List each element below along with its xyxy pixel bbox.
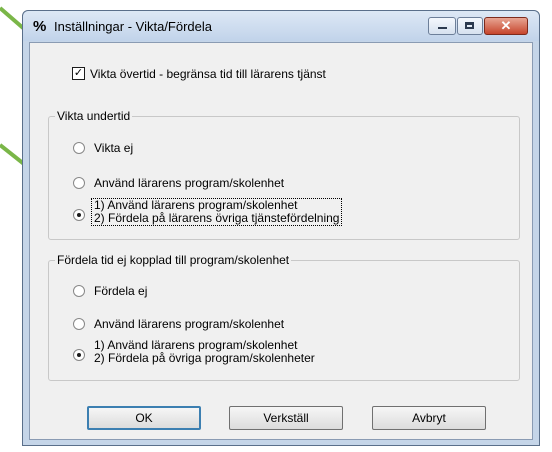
settings-dialog: % Inställningar - Vikta/Fördela ✕ ✓ Vikt… [22,10,540,446]
radio-fordela-ej[interactable] [73,285,85,297]
maximize-icon [465,22,474,29]
title-bar[interactable]: % Inställningar - Vikta/Fördela ✕ [23,11,539,41]
close-icon: ✕ [500,18,512,33]
group-vikta-undertid: Vikta undertid Vikta ej Använd lärarens … [48,109,520,240]
radio-fordela-anvand-program[interactable] [73,318,85,330]
radio-fordela-anvand-program-label: Använd lärarens program/skolenhet [94,317,285,331]
cancel-button[interactable]: Avbryt [372,406,486,430]
radio-fordela-ovriga-label: 1) Använd lärarens program/skolenhet 2) … [94,339,315,365]
window-title: Inställningar - Vikta/Fördela [54,19,213,34]
radio-vikta-ej-label: Vikta ej [94,141,134,155]
radio-vikta-anvand-fordela[interactable] [73,209,85,221]
vikta-overtid-checkbox[interactable]: ✓ [72,67,85,80]
minimize-button[interactable] [428,17,456,35]
radio-fordela-ovriga[interactable] [73,349,85,361]
radio-selected-dot [77,353,81,357]
radio-vikta-anvand-program-label: Använd lärarens program/skolenhet [94,176,285,190]
radio-vikta-anvand-fordela-label: 1) Använd lärarens program/skolenhet 2) … [91,198,343,226]
radio-vikta-ej[interactable] [73,142,85,154]
radio-selected-dot [77,213,81,217]
group-fordela-tid: Fördela tid ej kopplad till program/skol… [48,253,520,381]
close-button[interactable]: ✕ [484,17,528,35]
vikta-overtid-label: Vikta övertid - begränsa tid till lärare… [90,67,326,81]
minimize-icon [438,27,447,29]
checkmark-icon: ✓ [73,67,84,79]
option-line-2: 2) Fördela på övriga program/skolenheter [94,351,315,365]
ok-button[interactable]: OK [87,406,201,430]
dialog-body: ✓ Vikta övertid - begränsa tid till lära… [29,42,533,440]
radio-vikta-anvand-program[interactable] [73,177,85,189]
maximize-button[interactable] [457,17,483,35]
option-line-2: 2) Fördela på lärarens övriga tjänsteför… [94,211,340,225]
radio-fordela-ej-label: Fördela ej [94,284,148,298]
group-fordela-tid-legend: Fördela tid ej kopplad till program/skol… [55,253,292,267]
app-percent-icon: % [33,18,47,35]
group-vikta-undertid-legend: Vikta undertid [55,109,133,123]
apply-button[interactable]: Verkställ [229,406,343,430]
